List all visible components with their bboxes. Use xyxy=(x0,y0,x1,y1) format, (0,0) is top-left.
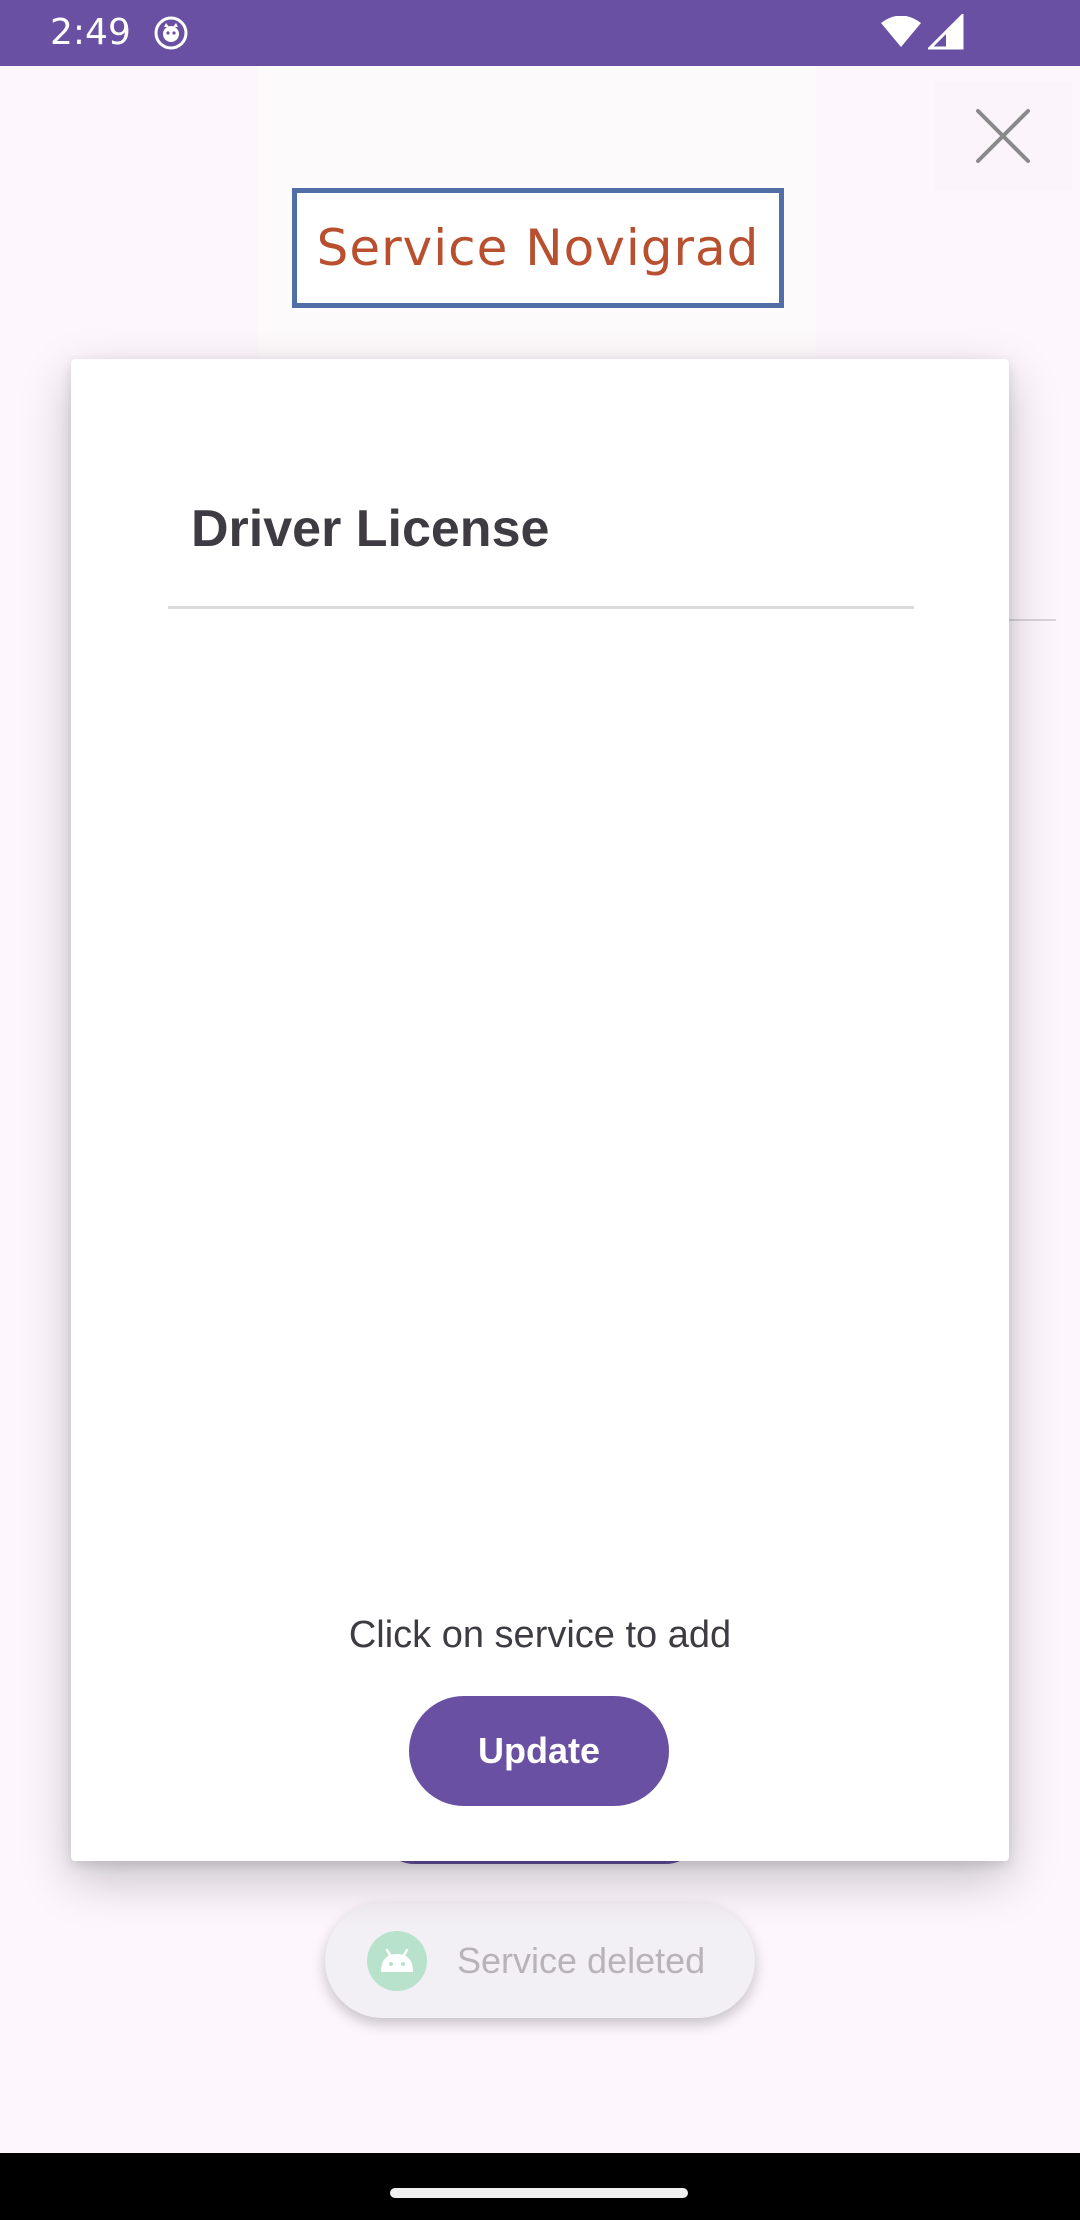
toast: Service deleted xyxy=(325,1903,755,2018)
logo-text: Service Novigrad xyxy=(316,219,760,277)
wifi-icon xyxy=(881,16,921,47)
app-notification-icon xyxy=(154,16,188,50)
dialog-divider xyxy=(168,606,914,609)
close-button[interactable] xyxy=(934,82,1072,190)
toast-message: Service deleted xyxy=(457,1940,706,1981)
close-icon xyxy=(976,109,1030,163)
service-dialog: Driver License Click on service to add U… xyxy=(71,359,1009,1861)
android-icon xyxy=(367,1931,427,1991)
service-novigrad-logo: Service Novigrad xyxy=(292,188,784,308)
service-list[interactable] xyxy=(168,619,914,1869)
status-bar: 2:49 xyxy=(0,0,1080,66)
dialog-hint: Click on service to add xyxy=(348,1614,732,1656)
status-time: 2:49 xyxy=(50,12,131,53)
navigation-bar xyxy=(0,2153,1080,2220)
home-handle[interactable] xyxy=(390,2188,688,2198)
dialog-title: Driver License xyxy=(191,500,550,558)
signal-icon xyxy=(928,14,964,50)
update-button[interactable]: Update xyxy=(409,1696,669,1806)
